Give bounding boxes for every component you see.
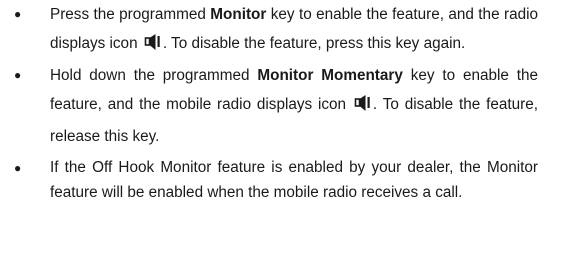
speaker-icon [354,93,371,122]
feature-bullet-list: ● Press the programmed Monitor key to en… [0,0,562,205]
document-page: ● Press the programmed Monitor key to en… [0,0,562,269]
bullet-dot: ● [14,161,22,175]
bullet-item-monitor-key: ● Press the programmed Monitor key to en… [0,0,562,61]
speaker-icon [144,32,161,61]
bullet-text-pre: Press the programmed [50,6,211,23]
bullet-item-monitor-momentary-key: ● Hold down the programmed Monitor Momen… [0,61,562,151]
bullet-dot: ● [14,7,22,21]
bullet-dot: ● [14,68,22,82]
bullet-text-pre: Hold down the programmed [50,67,258,84]
bullet-text-post: . To disable the feature, press this key… [162,35,466,52]
bullet-text: If the Off Hook Monitor feature is enabl… [50,159,538,201]
monitor-key-name: Monitor [210,6,267,23]
monitor-momentary-key-name: Monitor Momentary [257,67,403,84]
bullet-item-off-hook-monitor: ● If the Off Hook Monitor feature is ena… [0,156,562,205]
